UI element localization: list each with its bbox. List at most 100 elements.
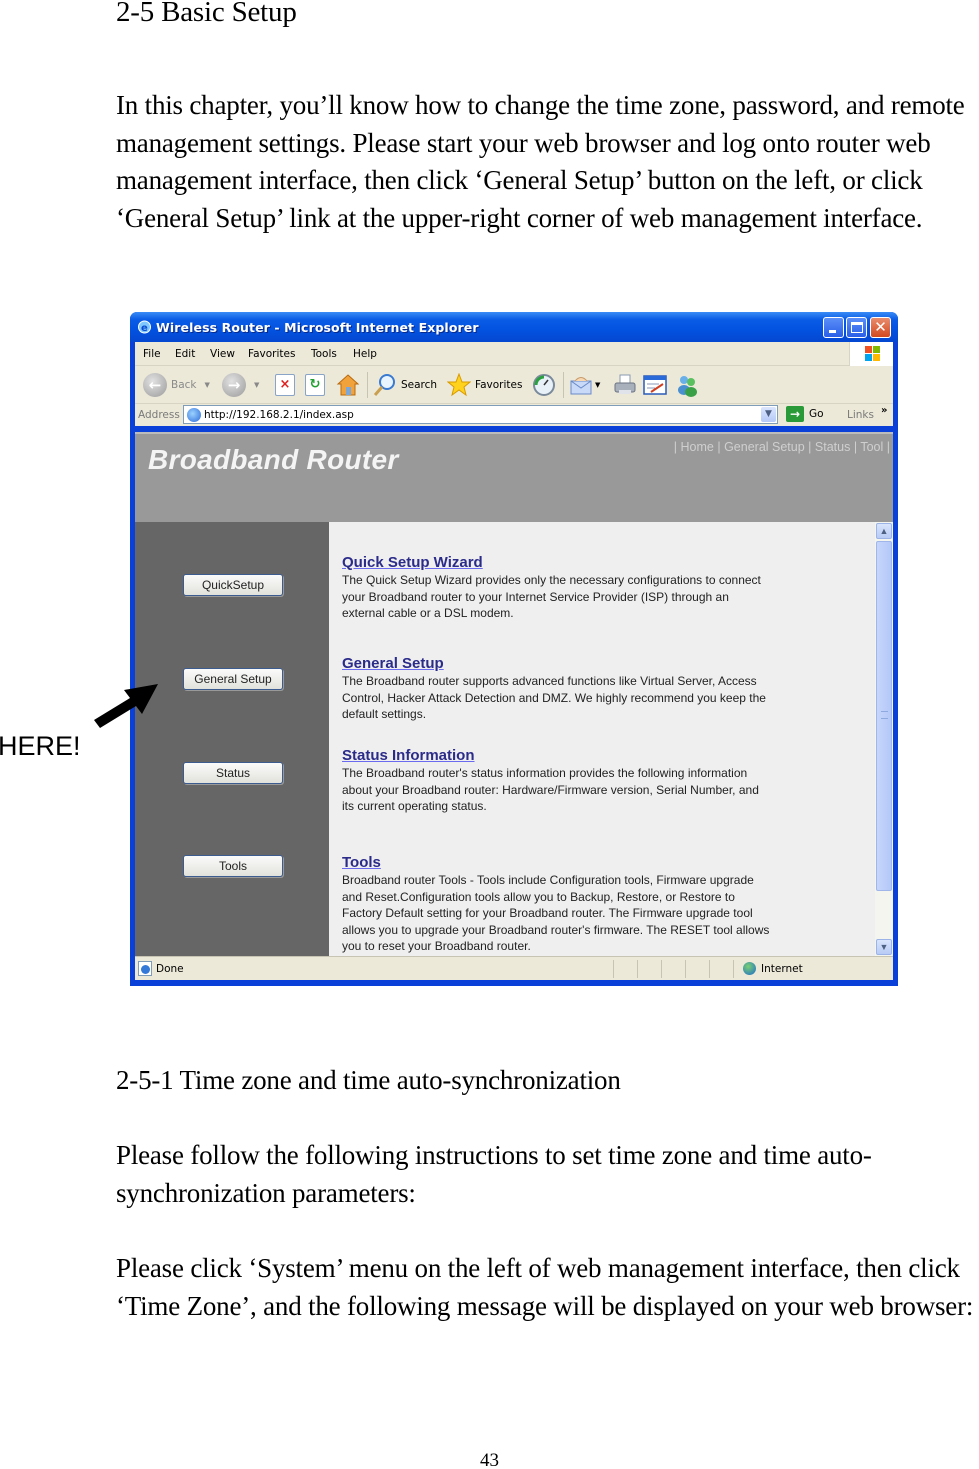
close-icon: ✕ <box>874 318 887 336</box>
toolbar-separator <box>563 372 564 398</box>
print-button[interactable] <box>613 372 637 398</box>
address-label: Address <box>138 409 180 421</box>
router-title: Broadband Router <box>148 444 399 475</box>
home-button[interactable] <box>336 372 360 398</box>
status-button[interactable]: Status <box>183 762 283 784</box>
dropdown-arrow-icon: ▼ <box>254 381 260 389</box>
page-done-icon <box>138 961 152 976</box>
grip-icon <box>881 711 888 719</box>
status-pane-divider <box>685 960 686 978</box>
follow-paragraph: Please follow the following instructions… <box>116 1140 872 1208</box>
favorites-button[interactable]: Favorites <box>447 372 522 398</box>
router-header: Broadband Router | Home | General Setup … <box>135 432 893 522</box>
windows-logo-icon <box>849 342 893 366</box>
back-button[interactable]: ← Back ▼ <box>143 372 210 398</box>
forward-button[interactable]: → ▼ <box>222 372 259 398</box>
scroll-thumb[interactable] <box>876 541 892 891</box>
menu-edit[interactable]: Edit <box>175 348 195 360</box>
quicksetup-button[interactable]: QuickSetup <box>183 574 283 596</box>
forward-arrow-icon: → <box>222 373 246 397</box>
browser-window-screenshot: e Wireless Router - Microsoft Internet E… <box>130 312 898 986</box>
quick-setup-wizard-link[interactable]: Quick Setup Wizard <box>342 554 772 571</box>
menu-help[interactable]: Help <box>353 348 377 360</box>
menu-tools[interactable]: Tools <box>311 348 337 360</box>
status-information-link[interactable]: Status Information <box>342 747 772 764</box>
messenger-button[interactable] <box>675 372 699 398</box>
menu-favorites[interactable]: Favorites <box>248 348 295 360</box>
page-viewport: Broadband Router | Home | General Setup … <box>135 432 893 956</box>
edit-page-icon <box>643 375 667 395</box>
page-number: 43 <box>480 1450 499 1469</box>
search-icon <box>373 374 395 396</box>
minimize-button[interactable] <box>823 317 844 338</box>
search-button[interactable]: Search <box>373 372 437 398</box>
top-link-tool[interactable]: Tool <box>860 440 883 454</box>
status-pane-divider <box>661 960 662 978</box>
status-text: Done <box>156 963 184 975</box>
security-zone: Internet <box>761 963 803 975</box>
address-dropdown-icon[interactable]: ▼ <box>761 407 776 422</box>
dropdown-arrow-icon: ▼ <box>595 381 601 389</box>
title-bar: e Wireless Router - Microsoft Internet E… <box>130 312 898 342</box>
history-button[interactable] <box>532 372 556 398</box>
mail-button[interactable]: ▼ <box>569 372 600 398</box>
menu-bar: File Edit View Favorites Tools Help <box>135 342 893 366</box>
menu-view[interactable]: View <box>210 348 235 360</box>
printer-icon <box>614 374 636 394</box>
click-paragraph: Please click ‘System’ menu on the left o… <box>116 1253 974 1321</box>
tools-button[interactable]: Tools <box>183 855 283 877</box>
here-annotation: HERE! <box>0 731 81 761</box>
search-label: Search <box>401 379 438 391</box>
close-button[interactable]: ✕ <box>870 317 891 338</box>
scroll-down-icon[interactable]: ▼ <box>876 939 892 955</box>
top-link-status[interactable]: Status <box>815 440 850 454</box>
scroll-up-icon[interactable]: ▲ <box>876 523 892 539</box>
page-icon <box>187 408 201 422</box>
toolbar-separator <box>367 372 368 398</box>
section-description: The Broadband router's status informatio… <box>342 766 759 813</box>
top-link-general-setup[interactable]: General Setup <box>724 440 805 454</box>
ie-logo-icon: e <box>138 320 151 334</box>
status-pane-divider <box>613 960 614 978</box>
intro-paragraph: In this chapter, you’ll know how to chan… <box>116 90 965 233</box>
section-quick-setup: Quick Setup Wizard The Quick Setup Wizar… <box>342 554 772 622</box>
stop-button[interactable]: × <box>275 372 295 398</box>
vertical-scrollbar[interactable]: ▲ ▼ <box>875 522 893 956</box>
top-nav-links: | Home | General Setup | Status | Tool | <box>673 440 890 454</box>
favorites-label: Favorites <box>475 379 523 391</box>
svg-text:e: e <box>141 323 148 334</box>
go-button[interactable]: → Go <box>786 406 824 422</box>
edit-button[interactable] <box>643 372 667 398</box>
minimize-icon <box>829 330 836 333</box>
home-icon <box>336 374 360 396</box>
content-area: Quick Setup Wizard The Quick Setup Wizar… <box>329 522 875 956</box>
section-description: The Quick Setup Wizard provides only the… <box>342 573 761 620</box>
side-menu: QuickSetup General Setup Status Tools <box>135 522 329 956</box>
general-setup-link[interactable]: General Setup <box>342 655 772 672</box>
links-button[interactable]: Links <box>847 409 874 421</box>
toolbar: ← Back ▼ → ▼ × ↻ Search Favorites ▼ <box>135 366 893 404</box>
back-label: Back <box>171 379 197 391</box>
links-chevron-icon[interactable]: » <box>881 405 887 416</box>
mail-icon <box>570 377 592 395</box>
dropdown-arrow-icon: ▼ <box>204 381 210 389</box>
go-arrow-icon: → <box>786 406 804 422</box>
messenger-people-icon <box>678 376 697 397</box>
url-text: http://192.168.2.1/index.asp <box>204 409 354 421</box>
back-arrow-icon: ← <box>143 373 167 397</box>
refresh-icon: ↻ <box>305 374 325 396</box>
top-link-home[interactable]: Home <box>681 440 714 454</box>
maximize-button[interactable] <box>846 317 867 338</box>
menu-file[interactable]: File <box>143 348 161 360</box>
status-pane-divider <box>733 960 734 978</box>
refresh-button[interactable]: ↻ <box>305 372 325 398</box>
address-input[interactable]: http://192.168.2.1/index.asp ▼ <box>183 405 778 424</box>
internet-globe-icon <box>743 962 756 975</box>
tools-link[interactable]: Tools <box>342 854 772 871</box>
section-general-setup: General Setup The Broadband router suppo… <box>342 655 772 723</box>
favorites-star-icon <box>447 373 471 397</box>
general-setup-button[interactable]: General Setup <box>183 668 283 690</box>
go-label: Go <box>809 408 824 420</box>
section-description: Broadband router Tools - Tools include C… <box>342 873 770 953</box>
section-status-information: Status Information The Broadband router'… <box>342 747 772 815</box>
